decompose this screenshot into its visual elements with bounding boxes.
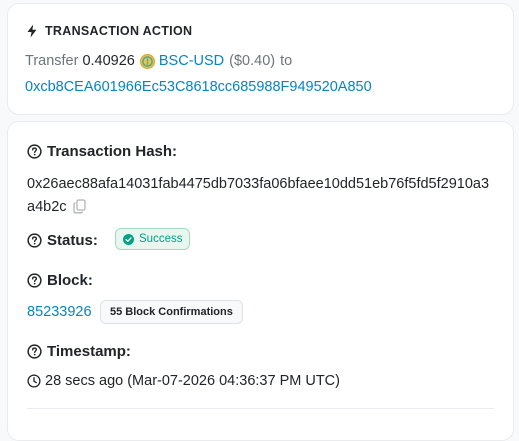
- recipient-address-link[interactable]: 0xcb8CEA601966Ec53C8618cc685988F949520A8…: [25, 79, 372, 95]
- timestamp-value: 28 secs ago (Mar-07-2026 04:36:37 PM UTC…: [45, 373, 340, 389]
- check-circle-icon: [123, 233, 134, 245]
- divider: [27, 408, 494, 409]
- question-circle-icon[interactable]: [27, 273, 42, 288]
- status-label: Status:: [47, 232, 98, 249]
- transfer-verb: Transfer: [25, 53, 79, 69]
- transfer-amount: 0.40926: [82, 53, 135, 69]
- question-circle-icon[interactable]: [27, 144, 42, 159]
- copy-icon[interactable]: [72, 199, 86, 214]
- question-circle-icon[interactable]: [27, 344, 42, 359]
- recipient-address-row: 0xcb8CEA601966Ec53C8618cc685988F949520A8…: [25, 79, 372, 95]
- transfer-to-word: to: [280, 53, 293, 69]
- transaction-hash-value-row: 0x26aec88afa14031fab4475db7033fa06bfaee1…: [27, 173, 497, 219]
- question-circle-icon[interactable]: [27, 233, 42, 248]
- transaction-details-card: Transaction Hash: 0x26aec88afa14031fab44…: [7, 121, 514, 441]
- timestamp-value-row: 28 secs ago (Mar-07-2026 04:36:37 PM UTC…: [27, 373, 340, 389]
- block-label: Block:: [47, 272, 93, 289]
- timestamp-label-row: Timestamp:: [27, 343, 131, 360]
- block-confirmations-text: 55 Block Confirmations: [110, 306, 233, 318]
- transaction-action-card: TRANSACTION ACTION Transfer 0.40926 BSC-…: [7, 3, 514, 115]
- timestamp-label: Timestamp:: [47, 343, 131, 360]
- transaction-hash-label-row: Transaction Hash:: [27, 143, 177, 160]
- transaction-action-title: TRANSACTION ACTION: [45, 24, 193, 38]
- lightning-icon: [25, 24, 39, 38]
- transfer-summary: Transfer 0.40926 BSC-USD ($0.40) to: [25, 53, 292, 69]
- transfer-usd-value: ($0.40): [229, 53, 276, 69]
- transaction-action-header: TRANSACTION ACTION: [25, 24, 192, 38]
- transaction-hash-label: Transaction Hash:: [47, 143, 178, 160]
- status-badge: Success: [115, 228, 191, 250]
- block-confirmations-badge: 55 Block Confirmations: [100, 300, 243, 324]
- status-value: Success: [139, 233, 183, 245]
- token-coin-icon: [139, 53, 155, 69]
- block-label-row: Block:: [27, 272, 93, 289]
- transaction-hash-value: 0x26aec88afa14031fab4475db7033fa06bfaee1…: [27, 176, 490, 215]
- clock-icon: [27, 374, 41, 388]
- status-label-row: Status:: [27, 232, 98, 249]
- block-number-link[interactable]: 85233926: [27, 304, 92, 320]
- token-link[interactable]: BSC-USD: [159, 53, 224, 69]
